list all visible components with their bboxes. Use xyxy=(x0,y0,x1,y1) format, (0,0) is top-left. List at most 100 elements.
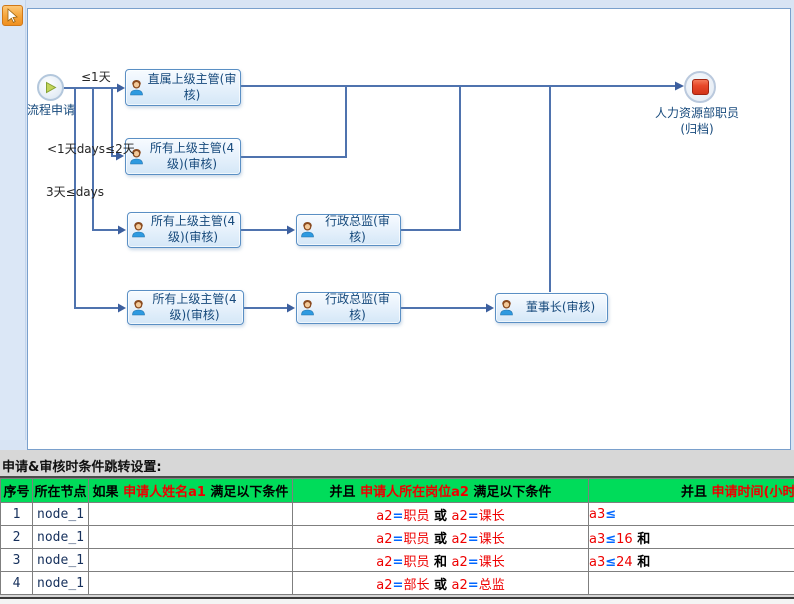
row-number-cell: 4 xyxy=(1,572,33,595)
condition-segment: 24 xyxy=(616,555,633,570)
condition-segment: ≤ xyxy=(605,555,616,570)
condition-segment: a2 xyxy=(376,532,392,547)
condition-segment: a3 xyxy=(589,507,605,522)
name-condition-cell[interactable] xyxy=(89,503,293,526)
column-header: 并且 申请人所在岗位a2 满足以下条件 xyxy=(293,479,589,503)
time-condition-cell[interactable] xyxy=(589,572,794,595)
condition-segment: 序号 xyxy=(3,485,29,500)
node-all-supervisors-1[interactable]: 所有上级主管(4级)(审核) xyxy=(125,138,241,175)
select-tool-button[interactable] xyxy=(2,5,23,26)
condition-segment: 课长 xyxy=(479,555,505,570)
row-number-cell: 1 xyxy=(1,503,33,526)
node-label: 董事长(审核) xyxy=(517,300,604,316)
node-label: 所有上级主管(4级)(审核) xyxy=(147,141,237,172)
time-condition-cell[interactable]: a3≤24 和 xyxy=(589,549,794,572)
table-row[interactable]: 3node_1a2=职员 和 a2=课长a3≤24 和 xyxy=(1,549,794,572)
node-id-cell: node_1 xyxy=(33,572,89,595)
condition-segment: = xyxy=(393,555,404,570)
panel-bottom-strip xyxy=(0,599,794,604)
name-condition-cell[interactable] xyxy=(89,526,293,549)
condition-segment: = xyxy=(393,509,404,524)
condition-table: 序号所在节点如果 申请人姓名a1 满足以下条件并且 申请人所在岗位a2 满足以下… xyxy=(0,478,794,595)
play-icon xyxy=(44,81,57,94)
start-node-label: 流程申请 xyxy=(25,101,77,118)
condition-panel: 申请&审核时条件跳转设置: 序号所在节点如果 申请人姓名a1 满足以下条件并且 … xyxy=(0,450,794,604)
condition-segment: 申请人姓名a1 xyxy=(123,485,206,500)
person-icon xyxy=(499,300,514,316)
node-admin-director-2[interactable]: 行政总监(审核) xyxy=(296,292,401,324)
person-icon xyxy=(300,222,315,238)
node-label: 所有上级主管(4级)(审核) xyxy=(149,214,237,245)
table-row[interactable]: 1node_1a2=职员 或 a2=课长a3≤ xyxy=(1,503,794,526)
condition-segment: 并且 xyxy=(681,485,712,500)
condition-segment: ≤ xyxy=(605,532,616,547)
condition-segment: 职员 xyxy=(403,532,429,547)
condition-segment: a2 xyxy=(376,578,392,593)
condition-segment: a2 xyxy=(452,532,468,547)
position-condition-cell[interactable]: a2=职员 和 a2=课长 xyxy=(293,549,589,572)
stop-icon xyxy=(692,79,709,95)
condition-segment: = xyxy=(393,578,404,593)
column-header: 所在节点 xyxy=(33,479,89,503)
time-condition-cell[interactable]: a3≤ xyxy=(589,503,794,526)
condition-segment: 所在节点 xyxy=(34,485,86,500)
position-condition-cell[interactable]: a2=职员 或 a2=课长 xyxy=(293,503,589,526)
position-condition-cell[interactable]: a2=职员 或 a2=课长 xyxy=(293,526,589,549)
position-condition-cell[interactable]: a2=部长 或 a2=总监 xyxy=(293,572,589,595)
time-condition-cell[interactable]: a3≤16 和 xyxy=(589,526,794,549)
condition-segment: a2 xyxy=(376,509,392,524)
node-label: 直属上级主管(审核) xyxy=(147,72,237,103)
condition-panel-title: 申请&审核时条件跳转设置: xyxy=(2,456,162,475)
node-admin-director-1[interactable]: 行政总监(审核) xyxy=(296,214,401,246)
condition-segment: 或 xyxy=(429,532,451,547)
node-label: 行政总监(审核) xyxy=(318,214,397,245)
person-icon xyxy=(300,300,315,316)
node-label: 行政总监(审核) xyxy=(318,292,397,323)
start-node[interactable] xyxy=(37,74,64,101)
condition-segment: 如果 xyxy=(93,485,124,500)
cursor-arrow-icon xyxy=(6,8,19,23)
node-id-cell: node_1 xyxy=(33,549,89,572)
node-id-cell: node_1 xyxy=(33,503,89,526)
condition-segment: a2 xyxy=(452,555,468,570)
condition-segment: 并且 xyxy=(330,485,361,500)
condition-segment: 职员 xyxy=(403,509,429,524)
condition-segment: 申请时间(小时 xyxy=(712,485,794,500)
condition-segment: = xyxy=(468,532,479,547)
node-all-supervisors-3[interactable]: 所有上级主管(4级)(审核) xyxy=(127,290,244,325)
condition-segment: 或 xyxy=(429,509,451,524)
person-icon xyxy=(131,300,146,316)
node-label: 所有上级主管(4级)(审核) xyxy=(149,292,240,323)
condition-segment: ≤ xyxy=(605,507,616,522)
name-condition-cell[interactable] xyxy=(89,549,293,572)
condition-segment: 和 xyxy=(429,555,451,570)
table-row[interactable]: 4node_1a2=部长 或 a2=总监 xyxy=(1,572,794,595)
end-node-label: 人力资源部职员(归档) xyxy=(650,106,744,137)
node-direct-supervisor[interactable]: 直属上级主管(审核) xyxy=(125,69,241,106)
condition-segment: a3 xyxy=(589,555,605,570)
workflow-designer: 流程申请 直属上级主管(审核) 所有上级主管(4级)(审核) 所有上级主管(4级… xyxy=(0,0,794,450)
person-icon xyxy=(129,80,144,96)
condition-segment: 总监 xyxy=(479,578,505,593)
edge-label-3: 3天≤days xyxy=(46,183,104,200)
condition-segment: = xyxy=(468,555,479,570)
condition-segment: a3 xyxy=(589,532,605,547)
name-condition-cell[interactable] xyxy=(89,572,293,595)
column-header: 如果 申请人姓名a1 满足以下条件 xyxy=(89,479,293,503)
end-node[interactable] xyxy=(684,71,716,103)
node-all-supervisors-2[interactable]: 所有上级主管(4级)(审核) xyxy=(127,212,241,248)
table-row[interactable]: 2node_1a2=职员 或 a2=课长a3≤16 和 xyxy=(1,526,794,549)
condition-segment: 满足以下条件 xyxy=(206,485,289,500)
table-header-row: 序号所在节点如果 申请人姓名a1 满足以下条件并且 申请人所在岗位a2 满足以下… xyxy=(1,479,794,503)
row-number-cell: 2 xyxy=(1,526,33,549)
condition-segment: 课长 xyxy=(479,509,505,524)
column-header: 并且 申请时间(小时 xyxy=(589,479,794,503)
condition-segment: 满足以下条件 xyxy=(469,485,552,500)
edge-label-2: <1天days≤2天 xyxy=(47,140,135,157)
edge-label-1: ≤1天 xyxy=(81,68,111,85)
condition-segment: 16 xyxy=(616,532,633,547)
condition-segment: 和 xyxy=(633,555,651,570)
condition-segment: 职员 xyxy=(403,555,429,570)
node-chairman[interactable]: 董事长(审核) xyxy=(495,293,608,323)
person-icon xyxy=(131,222,146,238)
